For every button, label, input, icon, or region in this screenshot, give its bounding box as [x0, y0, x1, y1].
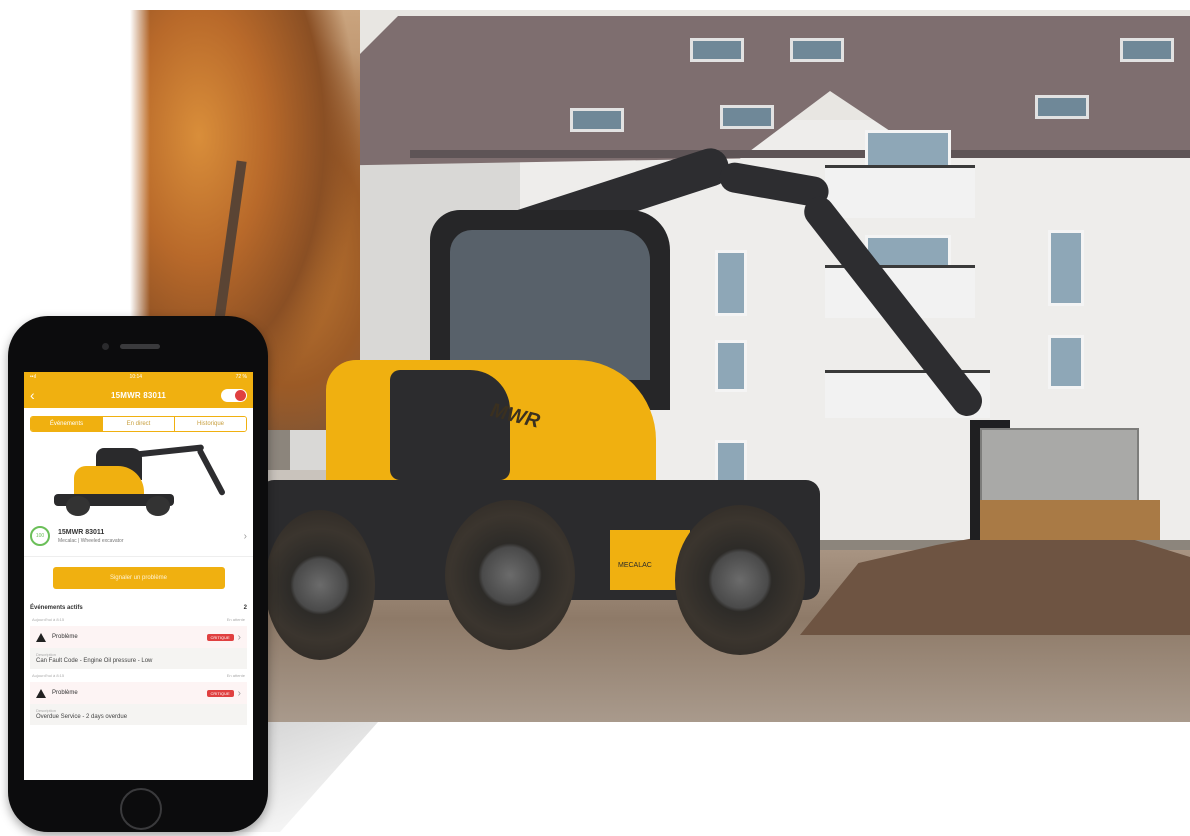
wooden-pallet [980, 500, 1160, 540]
chevron-right-icon: › [243, 530, 247, 542]
machine-image-wheel [65, 496, 90, 516]
tab-evenements[interactable]: Événements [31, 417, 102, 431]
page-title: 15MWR 83011 [110, 390, 167, 400]
warning-icon [36, 688, 46, 698]
window [1048, 230, 1084, 306]
toggle-knob [235, 390, 246, 401]
excavator-side-panel [390, 370, 510, 480]
active-events-count: 2 [243, 605, 247, 611]
maker-logo: MECALAC [618, 562, 652, 569]
tab-bar: Événements En direct Historique [30, 416, 247, 432]
skylight [570, 108, 624, 132]
hero-photo: MWR MECALAC [130, 10, 1190, 722]
excavator-cab-glass [450, 230, 650, 380]
machine-summary-row[interactable]: 100 15MWR 83011 Mecalac | Wheeled excava… [24, 516, 253, 557]
event-date: Aujourd'hui à 8:15 [32, 617, 65, 622]
event-type: Problème [52, 634, 78, 640]
event-description: Can Fault Code - Engine Oil pressure - L… [36, 658, 153, 664]
warning-icon [36, 632, 46, 642]
event-row[interactable]: Problème CRITIQUE › [30, 626, 247, 648]
app-header: ‹ 15MWR 83011 [24, 382, 253, 408]
event-status: En attente [226, 617, 245, 622]
stone-pallet [980, 428, 1139, 510]
machine-id: 15MWR 83011 [58, 528, 105, 536]
excavator-wheel [675, 505, 805, 655]
skylight [720, 105, 774, 129]
skylight [790, 38, 844, 62]
back-arrow-icon[interactable]: ‹ [30, 388, 40, 402]
critical-badge: CRITIQUE [206, 689, 234, 697]
event-date: Aujourd'hui à 8:15 [32, 673, 65, 678]
status-battery: 72 % [235, 374, 247, 380]
skylight [1120, 38, 1174, 62]
active-events-title: Événements actifs [30, 605, 83, 611]
roof-edge [410, 150, 1190, 158]
event-type: Problème [52, 690, 78, 696]
machine-info: 15MWR 83011 Mecalac | Wheeled excavator [58, 529, 244, 544]
machine-subtitle: Mecalac | Wheeled excavator [58, 537, 124, 544]
skylight [1035, 95, 1089, 119]
camera-icon [102, 343, 109, 350]
event-card[interactable]: Problème CRITIQUE › Description Can Faul… [30, 626, 247, 669]
machine-image-wheel [145, 496, 170, 516]
window [715, 250, 747, 316]
signal-icon: ••ıl [30, 374, 37, 380]
event-status: En attente [226, 673, 245, 678]
phone-mockup: ••ıl 10:14 72 % ‹ 15MWR 83011 Événements… [8, 316, 268, 832]
event-description: Overdue Service - 2 days overdue [36, 714, 128, 720]
event-description-label: Description [36, 652, 57, 657]
status-toggle[interactable] [221, 389, 247, 402]
speaker [120, 344, 160, 349]
home-button[interactable] [120, 788, 162, 830]
event-meta: Aujourd'hui à 8:15 En attente [24, 615, 253, 624]
app-screen: ••ıl 10:14 72 % ‹ 15MWR 83011 Événements… [24, 372, 253, 780]
event-description-label: Description [36, 708, 57, 713]
excavator-wheel [445, 500, 575, 650]
chevron-right-icon: › [237, 687, 241, 699]
window [715, 340, 747, 392]
event-card[interactable]: Problème CRITIQUE › Description Overdue … [30, 682, 247, 725]
chevron-right-icon: › [237, 631, 241, 643]
balcony [825, 165, 975, 218]
skylight [690, 38, 744, 62]
status-bar: ••ıl 10:14 72 % [24, 372, 253, 382]
event-meta: Aujourd'hui à 8:15 En attente [24, 671, 253, 680]
report-problem-button[interactable]: Signaler un problème [52, 567, 225, 589]
active-events-header: Événements actifs 2 [24, 597, 253, 615]
tab-en-direct[interactable]: En direct [102, 417, 174, 431]
gauge-icon: 100 [30, 526, 50, 546]
tab-historique[interactable]: Historique [174, 417, 246, 431]
status-time: 10:14 [129, 374, 143, 380]
machine-image-boom [133, 444, 204, 458]
critical-badge: CRITIQUE [206, 633, 234, 641]
machine-image [34, 436, 244, 516]
window [1048, 335, 1084, 389]
machine-image-stick [195, 447, 226, 497]
event-row[interactable]: Problème CRITIQUE › [30, 682, 247, 704]
excavator-wheel [265, 510, 375, 660]
